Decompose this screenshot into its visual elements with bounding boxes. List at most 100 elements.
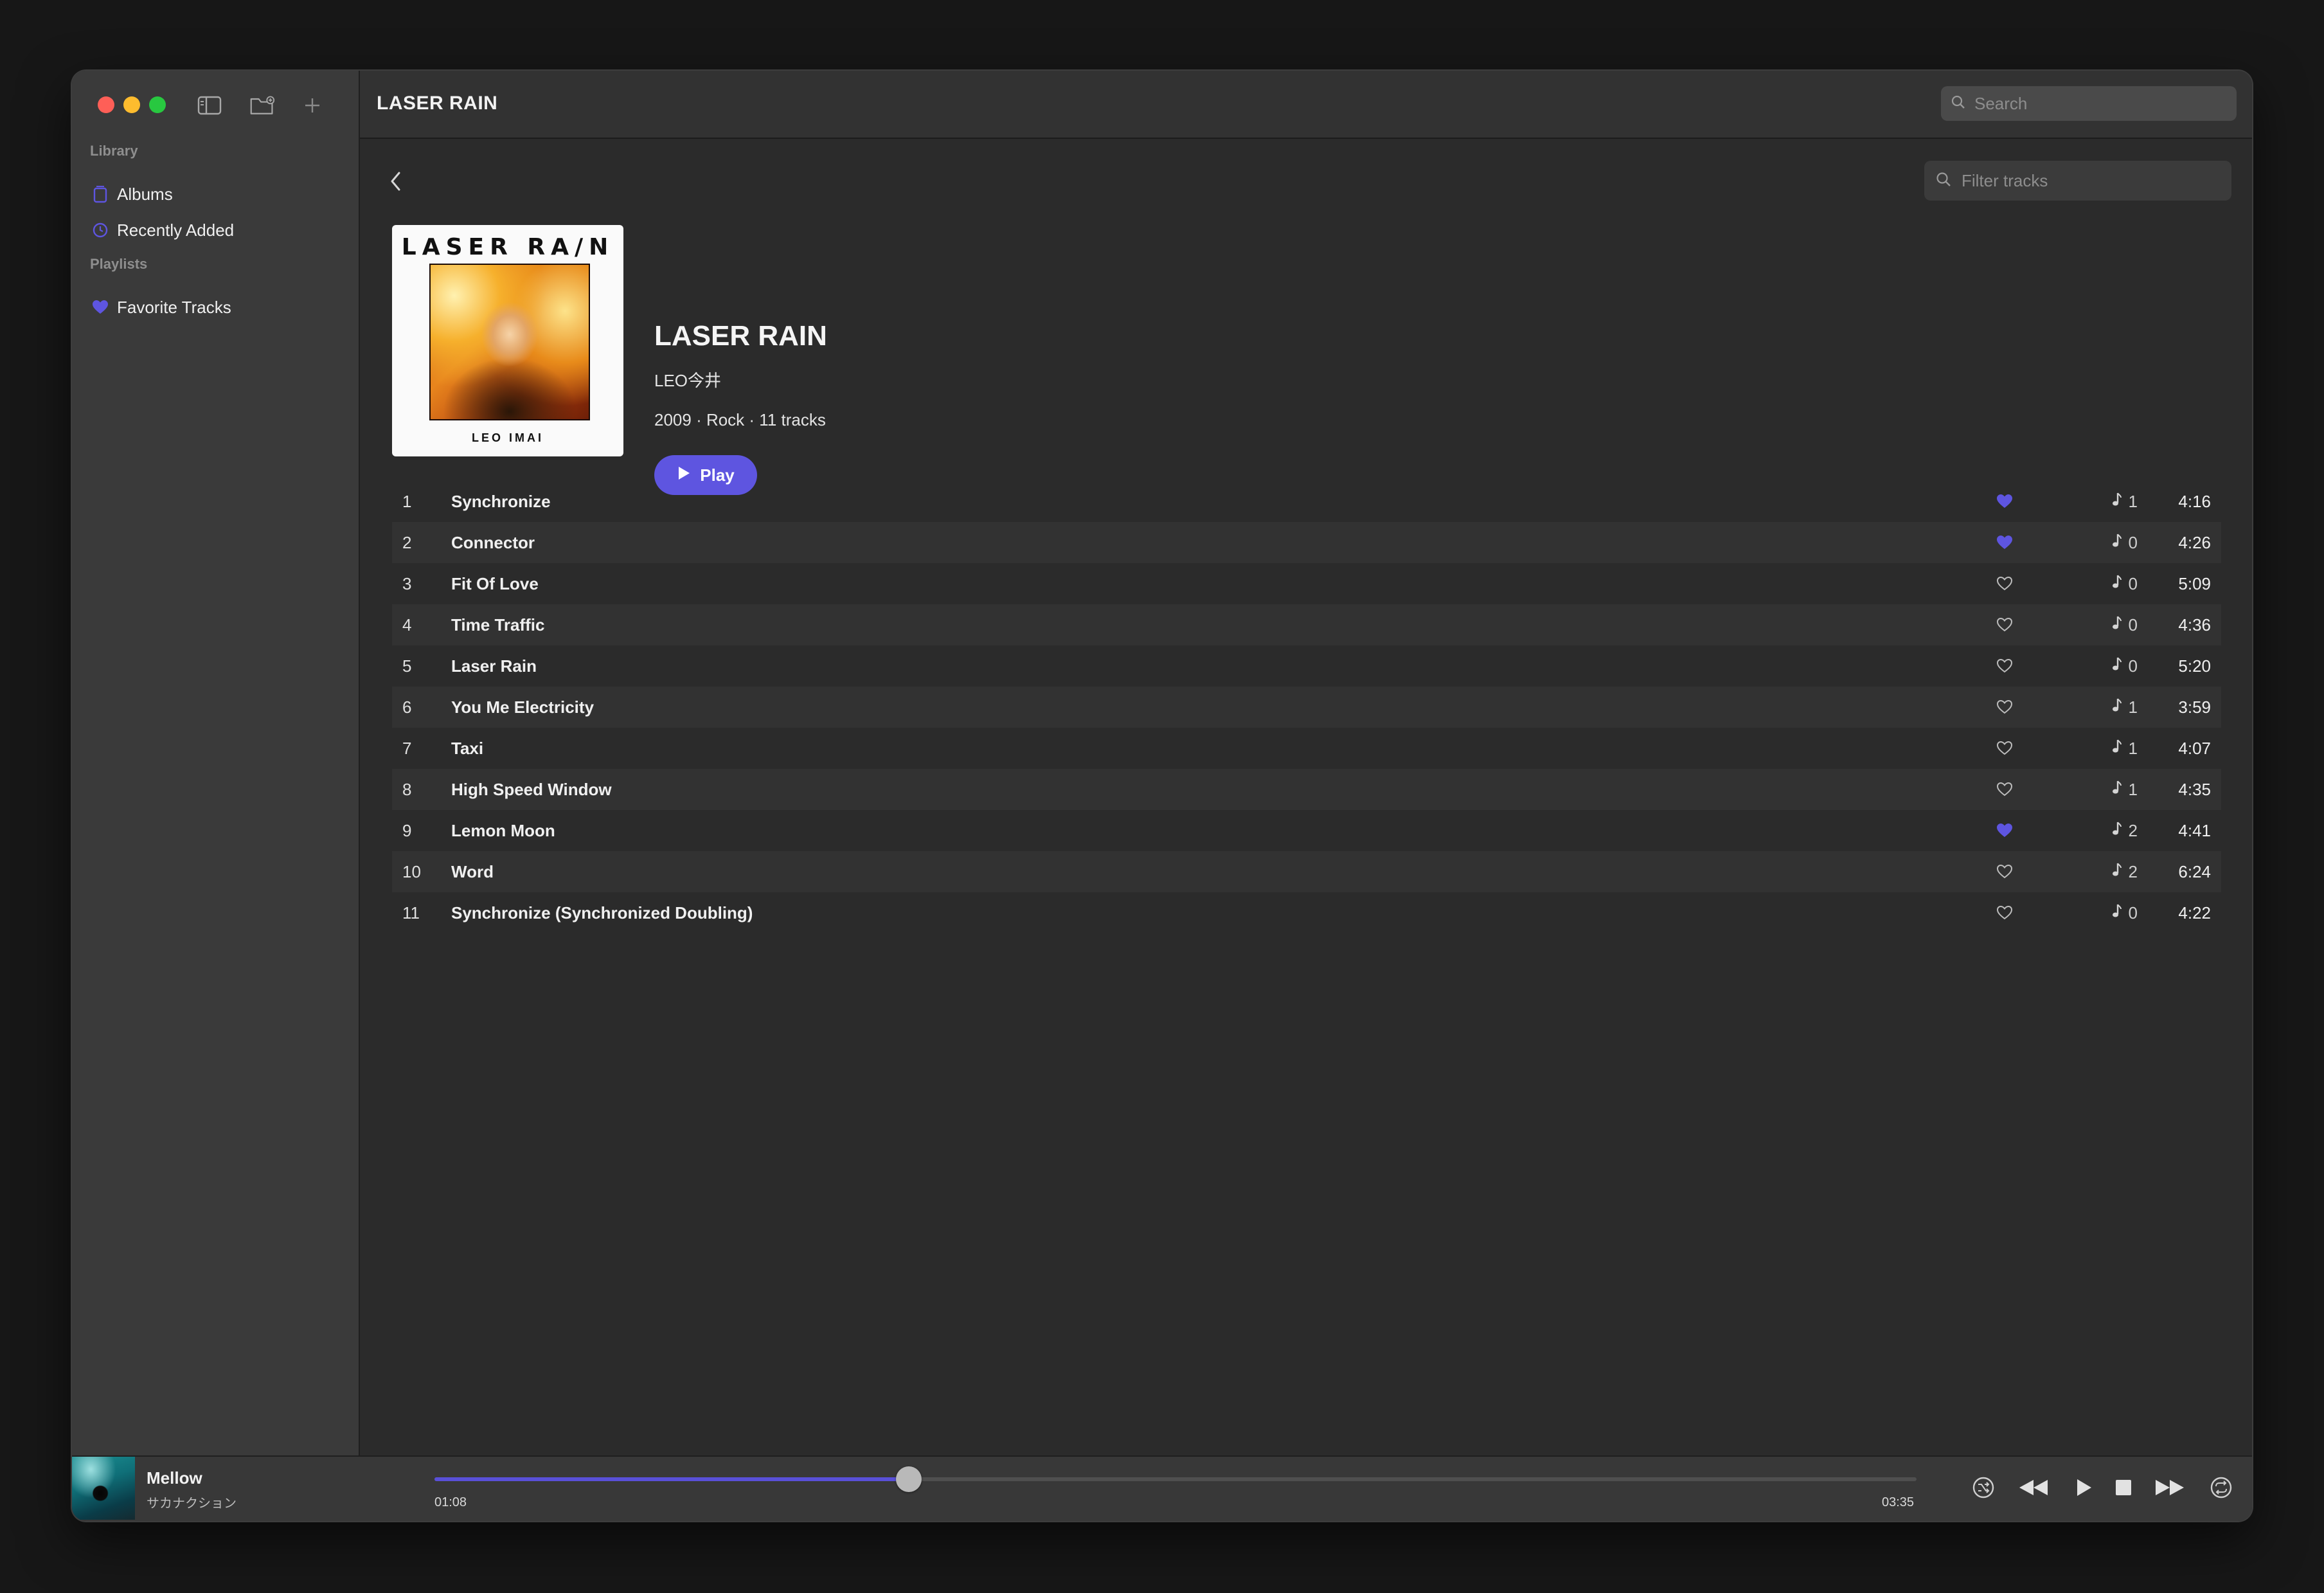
lyrics-count-value: 0 [2128,573,2138,593]
heart-outline-icon[interactable] [1995,739,2014,758]
lyrics-count-value: 1 [2128,491,2138,511]
track-row[interactable]: 8 High Speed Window 1 4:35 [392,769,2221,810]
lyrics-count-value: 0 [2128,615,2138,634]
cover-photo [429,264,590,420]
track-title: Word [451,861,494,881]
now-playing-bar: Mellow サカナクション 01:08 03:35 [72,1455,2252,1521]
track-duration: 4:26 [2178,532,2211,552]
heart-filled-icon[interactable] [1995,533,2014,552]
lyrics-count-value: 0 [2128,656,2138,676]
heart-outline-icon[interactable] [1995,698,2014,717]
track-row[interactable]: 4 Time Traffic 0 4:36 [392,604,2221,645]
filter-tracks-field[interactable] [1924,161,2231,201]
heart-icon [91,298,109,316]
track-title: Laser Rain [451,656,537,676]
music-note-icon [2112,698,2122,717]
next-button[interactable] [2150,1476,2189,1502]
progress-slider[interactable] [434,1466,1917,1492]
heart-filled-icon[interactable] [1995,821,2014,840]
search-input[interactable] [1973,93,2226,114]
sidebar-item-favorite-tracks[interactable]: Favorite Tracks [91,293,231,321]
playlists-section-label: Playlists [90,256,148,272]
filter-tracks-input[interactable] [1960,170,2220,192]
track-duration: 3:59 [2178,697,2211,717]
lyrics-count: 1 [2112,780,2138,800]
total-time: 03:35 [1882,1495,1915,1509]
sidebar-toggle-icon[interactable] [197,93,222,118]
track-title: Fit Of Love [451,573,539,593]
close-window-button[interactable] [98,96,114,113]
album-detail-view: LASER RA/N LEO IMAI LASER RAIN LEO今井 200… [360,139,2252,1457]
heart-outline-icon[interactable] [1995,903,2014,923]
sidebar-item-albums[interactable]: Albums [91,180,173,208]
app-window: Library Albums Recently Added Playlists … [72,71,2252,1521]
heart-outline-icon[interactable] [1995,780,2014,799]
track-row[interactable]: 10 Word 2 6:24 [392,851,2221,892]
progress-fill [434,1477,909,1481]
lyrics-count-value: 1 [2128,779,2138,799]
search-field[interactable] [1941,86,2237,121]
lyrics-count-value: 0 [2128,532,2138,552]
previous-button[interactable] [2014,1476,2053,1502]
shuffle-icon [1971,1475,1996,1503]
track-row[interactable]: 5 Laser Rain 0 5:20 [392,645,2221,687]
track-row[interactable]: 6 You Me Electricity 1 3:59 [392,687,2221,728]
lyrics-count: 0 [2112,903,2138,923]
track-row[interactable]: 11 Synchronize (Synchronized Doubling) 0 4:… [392,892,2221,933]
shuffle-button[interactable] [1969,1476,1998,1502]
music-note-icon [2112,903,2122,923]
sidebar-item-label: Recently Added [117,220,235,240]
track-number: 5 [402,656,412,676]
progress-knob[interactable] [895,1466,922,1492]
header-bar: LASER RAIN [360,71,2252,139]
page-title: LASER RAIN [377,93,498,114]
albums-icon [91,185,109,203]
rewind-icon [2017,1478,2050,1500]
album-artist[interactable]: LEO今井 [654,368,721,392]
track-row[interactable]: 7 Taxi 1 4:07 [392,728,2221,769]
heart-outline-icon[interactable] [1995,615,2014,634]
track-number: 8 [402,779,412,799]
music-note-icon [2112,533,2122,553]
album-meta: 2009 · Rock · 11 tracks [654,410,826,429]
repeat-button[interactable] [2207,1476,2235,1502]
heart-outline-icon[interactable] [1995,656,2014,676]
search-icon [1951,95,1965,113]
play-button[interactable] [2071,1476,2096,1502]
music-note-icon [2112,862,2122,882]
stop-icon [2114,1479,2132,1500]
zoom-window-button[interactable] [149,96,166,113]
stop-button[interactable] [2111,1476,2136,1502]
track-duration: 6:24 [2178,861,2211,881]
back-button[interactable] [383,170,409,195]
search-icon [1936,172,1951,190]
sidebar-item-recently-added[interactable]: Recently Added [91,216,234,244]
track-number: 6 [402,697,412,717]
now-playing-artwork[interactable] [72,1457,135,1520]
track-row[interactable]: 9 Lemon Moon 2 4:41 [392,810,2221,851]
minimize-window-button[interactable] [123,96,140,113]
lyrics-count: 1 [2112,492,2138,512]
track-row[interactable]: 3 Fit Of Love 0 5:09 [392,563,2221,604]
track-row[interactable]: 1 Synchronize 1 4:16 [392,481,2221,522]
lyrics-count: 0 [2112,615,2138,635]
current-time: 01:08 [434,1495,467,1509]
add-icon[interactable] [299,93,325,118]
track-row[interactable]: 2 Connector 0 4:26 [392,522,2221,563]
music-note-icon [2112,780,2122,800]
track-number: 11 [402,903,420,923]
new-folder-icon[interactable] [249,93,275,118]
lyrics-count: 0 [2112,574,2138,594]
music-note-icon [2112,656,2122,676]
heart-filled-icon[interactable] [1995,492,2014,511]
track-duration: 4:22 [2178,903,2211,923]
track-duration: 4:35 [2178,779,2211,799]
clock-icon [91,221,109,239]
track-title: Synchronize [451,491,551,511]
cover-title-text: LASER RA/N [401,234,614,260]
track-number: 4 [402,615,412,634]
repeat-icon [2209,1475,2233,1503]
heart-outline-icon[interactable] [1995,862,2014,881]
heart-outline-icon[interactable] [1995,574,2014,593]
sidebar: Library Albums Recently Added Playlists … [72,71,360,1457]
